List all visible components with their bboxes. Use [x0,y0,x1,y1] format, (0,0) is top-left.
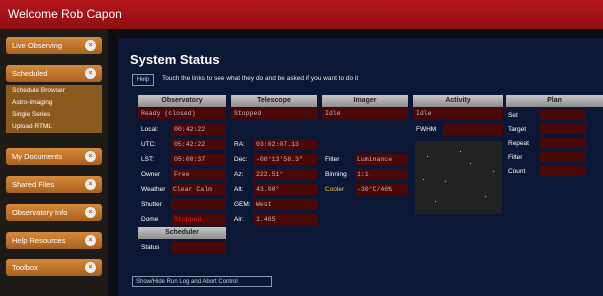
alt-value: 43.00° [256,186,280,193]
activity-header: Activity [413,95,503,107]
sidebar-item-shared-files[interactable]: Shared Files × [6,176,102,193]
fwhm-box [443,124,503,135]
utc-label: UTC: [141,141,157,148]
sidebar: Live Observing × Scheduled × Schedule Br… [0,29,108,296]
close-icon[interactable]: × [85,68,96,79]
close-icon[interactable]: × [85,151,96,162]
dome-label: Dome [141,216,159,223]
scheduler-header: Scheduler [138,227,226,239]
sidebar-link-single-series[interactable]: Single Series [6,109,102,121]
sidebar-item-my-documents[interactable]: My Documents × [6,148,102,165]
plan-count-box [540,166,586,176]
sidebar-item-scheduled[interactable]: Scheduled × [6,65,102,82]
ra-label: RA: [234,141,245,148]
plan-filter-label: Filter [508,154,523,161]
observatory-header: Observatory [138,95,226,107]
plan-repeat-box [540,138,586,148]
plan-set-label: Set [508,112,518,119]
dec-value: -00°13'58.3" [256,156,303,163]
lst-label: LST: [141,156,155,163]
welcome-text: Welcome Rob Capon [8,7,122,21]
scheduler-status-box[interactable] [171,242,226,253]
air-value: 1.465 [256,216,276,223]
owner-label: Owner [141,171,161,178]
sidebar-link-schedule-browser[interactable]: Schedule Browser [6,85,102,97]
shutter-box[interactable] [171,199,226,210]
sidebar-item-live-observing[interactable]: Live Observing × [6,37,102,54]
activity-status: Idle [416,110,432,117]
scheduler-status-label: Status [141,244,160,251]
lst-value: 05:00:37 [174,156,206,163]
close-icon[interactable]: × [85,207,96,218]
weather-value: Clear Calm [173,186,213,193]
weather-label: Weather [141,186,166,193]
owner-value: Free [174,171,190,178]
ra-value: 03:02:07.13 [256,141,299,148]
telescope-status: Stopped [234,110,262,117]
dome-value: Stopped [174,216,202,223]
fwhm-label: FWHM [416,126,437,133]
filter-label: Filter [325,156,340,163]
imager-status: Idle [325,110,341,117]
help-description: Touch the links to see what they do and … [162,75,359,82]
observatory-status: Ready (closed) [141,110,196,117]
telescope-header: Telescope [231,95,317,107]
close-icon[interactable]: × [85,179,96,190]
page-title: System Status [130,52,220,67]
air-label: Air: [234,216,244,223]
plan-repeat-label: Repeat [508,140,529,147]
imager-header: Imager [322,95,408,107]
az-value: 222.51° [256,171,284,178]
plan-header: Plan [506,95,603,107]
cooler-label: Cooler [325,186,345,193]
shutter-label: Shutter [141,201,162,208]
sidebar-link-upload-rtml[interactable]: Upload RTML [6,121,102,133]
az-label: Az: [234,171,244,178]
gem-value: West [256,201,272,208]
sidebar-item-observatory-info[interactable]: Observatory Info × [6,204,102,221]
plan-target-label: Target [508,126,527,133]
cooler-value: -30°C/46% [357,186,393,193]
local-time-label: Local: [141,126,159,133]
sidebar-link-astro-imaging[interactable]: Astro-Imaging [6,97,102,109]
local-time-value: 00:42:22 [174,126,206,133]
plan-set-box [540,110,586,120]
scheduled-submenu: Schedule Browser Astro-Imaging Single Se… [6,85,102,133]
close-icon[interactable]: × [85,40,96,51]
binning-value: 1:1 [357,171,369,178]
close-icon[interactable]: × [85,235,96,246]
toggle-run-log-button[interactable]: Show/Hide Run Log and Abort Control [132,276,272,287]
binning-label: Binning [325,171,347,178]
plan-target-box [540,124,586,134]
sidebar-item-toolbox[interactable]: Toolbox × [6,259,102,276]
plan-count-label: Count [508,168,526,175]
alt-label: Alt: [234,186,244,193]
plan-filter-box [540,152,586,162]
close-icon[interactable]: × [85,262,96,273]
top-bar: Welcome Rob Capon [0,0,603,29]
filter-value: Luminance [357,156,393,163]
dec-label: Dec: [234,156,248,163]
utc-value: 05:42:22 [174,141,206,148]
sidebar-item-help-resources[interactable]: Help Resources × [6,232,102,249]
gem-label: GEM: [234,201,251,208]
last-image-thumbnail [415,141,502,214]
help-button[interactable]: Help [132,74,154,86]
main-panel: System Status Help Touch the links to se… [118,38,603,296]
